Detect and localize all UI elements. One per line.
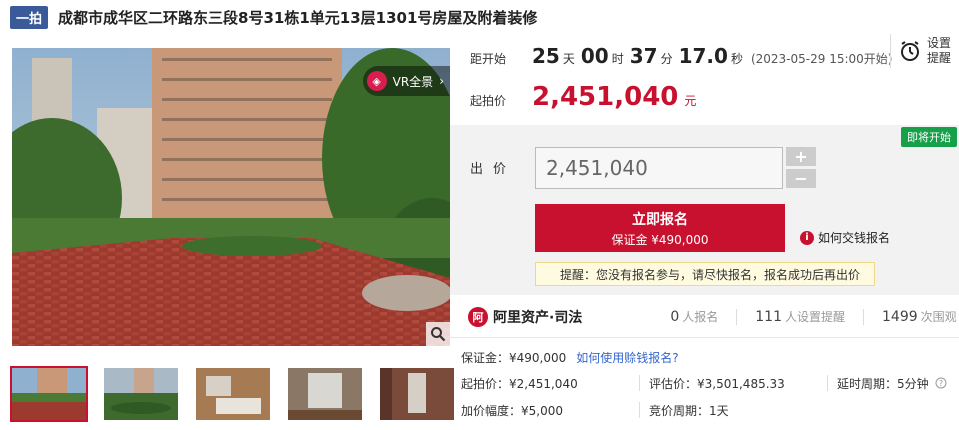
status-badge: 即将开始 bbox=[901, 127, 957, 147]
title-row: 一拍 成都市成华区二环路东三段8号31栋1单元13层1301号房屋及附着装修 bbox=[10, 5, 538, 29]
countdown-seconds: 17.0 bbox=[678, 44, 728, 68]
thumb-room-image bbox=[288, 368, 362, 420]
deposit-help-link[interactable]: 如何使用赊钱报名? bbox=[576, 349, 678, 366]
thumb-garden-image bbox=[104, 368, 178, 420]
thumbnail-4[interactable] bbox=[286, 366, 364, 422]
thumbnail-2[interactable] bbox=[102, 366, 180, 422]
info-icon: i bbox=[800, 230, 814, 245]
set-reminder-button[interactable]: 设置 提醒 bbox=[890, 34, 959, 68]
increase-bid-button[interactable]: + bbox=[786, 147, 816, 166]
divider bbox=[863, 308, 865, 325]
vr-tour-button[interactable]: ◈ VR全景 › bbox=[362, 66, 450, 96]
decrease-bid-button[interactable]: − bbox=[786, 169, 816, 188]
start-price-label: 起拍价 bbox=[470, 94, 507, 108]
extension-text: 延时周期：5分钟 bbox=[837, 377, 929, 391]
start-price-value: 2,451,040 bbox=[532, 82, 679, 112]
divider bbox=[639, 402, 640, 418]
start-price-row: 起拍价 2,451,040 元 bbox=[470, 82, 696, 112]
bid-period-detail: 竞价周期：1天 bbox=[649, 404, 729, 418]
reminder-text: 设置 提醒 bbox=[927, 36, 951, 66]
extension-detail: 延时周期：5分钟 ? bbox=[837, 375, 947, 392]
signup-tip: 提醒：您没有报名参与，请尽快报名，报名成功后再出价 bbox=[535, 262, 875, 286]
divider bbox=[639, 375, 640, 391]
divider bbox=[827, 375, 828, 391]
platform-logo[interactable]: 阿 阿里资产·司法 bbox=[468, 306, 583, 327]
thumbnail-5[interactable] bbox=[378, 366, 456, 422]
view-count-value: 1499 bbox=[882, 309, 918, 325]
hours-unit: 时 bbox=[611, 52, 624, 66]
seconds-unit: 秒 bbox=[730, 52, 743, 66]
thumbnail-3[interactable] bbox=[194, 366, 272, 422]
chevron-right-icon: › bbox=[439, 74, 444, 88]
start-time: (2023-05-29 15:00开始) bbox=[750, 52, 893, 66]
platform-name: 阿里资产·司法 bbox=[493, 309, 583, 326]
ali-logo-icon: 阿 bbox=[468, 306, 488, 327]
thumb-courtyard-image bbox=[12, 368, 86, 420]
thumbnail-strip bbox=[10, 366, 456, 422]
reminder-count-label: 人设置提醒 bbox=[785, 310, 846, 324]
start-price-unit: 元 bbox=[684, 94, 697, 108]
signup-button[interactable]: 立即报名 保证金 ¥490,000 bbox=[535, 204, 785, 252]
signup-label: 立即报名 bbox=[632, 211, 688, 228]
svg-text:?: ? bbox=[939, 379, 943, 388]
signup-count: 0 人报名 bbox=[670, 308, 718, 325]
signup-deposit: 保证金 ¥490,000 bbox=[611, 232, 709, 247]
reminder-line2: 提醒 bbox=[927, 51, 952, 65]
countdown-minutes: 37 bbox=[629, 44, 658, 68]
countdown-hours: 00 bbox=[580, 44, 609, 68]
increment-detail: 加价幅度：¥5,000 bbox=[461, 404, 563, 418]
start-price-detail: 起拍价：¥2,451,040 bbox=[461, 377, 578, 391]
help-circle-icon[interactable]: ? bbox=[935, 377, 947, 389]
zoom-button[interactable] bbox=[426, 322, 450, 346]
divider bbox=[736, 308, 738, 325]
deposit-text: 保证金：¥490,000 bbox=[461, 351, 567, 365]
thumb-bedroom-image bbox=[196, 368, 270, 420]
countdown-days: 25 bbox=[532, 44, 560, 68]
magnifier-icon bbox=[431, 327, 446, 342]
bid-label: 出价 bbox=[470, 162, 517, 177]
signup-count-label: 人报名 bbox=[682, 310, 719, 324]
bid-panel: 即将开始 出价 2,451,040 + − 立即报名 保证金 ¥490,000 … bbox=[450, 125, 959, 295]
platform-stats: 阿 阿里资产·司法 0 人报名 111 人设置提醒 1499 次围观 bbox=[450, 296, 959, 338]
deposit-row: 保证金：¥490,000 如何使用赊钱报名? bbox=[461, 349, 679, 366]
page-title: 成都市成华区二环路东三段8号31栋1单元13层1301号房屋及附着装修 bbox=[58, 8, 538, 27]
view-count: 1499 次围观 bbox=[882, 308, 957, 325]
how-to-pay-link[interactable]: i 如何交钱报名 bbox=[800, 229, 890, 246]
thumbnail-1[interactable] bbox=[10, 366, 88, 422]
reminder-count-value: 111 bbox=[755, 309, 782, 325]
minutes-unit: 分 bbox=[660, 52, 673, 66]
alarm-clock-icon bbox=[901, 41, 919, 61]
main-photo[interactable]: ◈ VR全景 › bbox=[12, 48, 450, 346]
signup-count-value: 0 bbox=[670, 309, 680, 325]
countdown-label: 距开始 bbox=[470, 52, 507, 66]
reminder-line1: 设置 bbox=[927, 36, 952, 50]
view-count-label: 次围观 bbox=[920, 310, 957, 324]
how-to-pay-text: 如何交钱报名 bbox=[818, 231, 891, 245]
reminder-count: 111 人设置提醒 bbox=[755, 308, 845, 325]
auction-round-badge: 一拍 bbox=[10, 5, 49, 29]
countdown: 距开始 25 天 00 时 37 分 17.0 秒 (2023-05-29 15… bbox=[470, 44, 892, 68]
vr-icon: ◈ bbox=[366, 71, 387, 91]
days-unit: 天 bbox=[562, 52, 575, 66]
valuation-detail: 评估价：¥3,501,485.33 bbox=[649, 377, 785, 391]
auction-page: 一拍 成都市成华区二环路东三段8号31栋1单元13层1301号房屋及附着装修 ◈… bbox=[0, 0, 959, 430]
bid-amount-input[interactable]: 2,451,040 bbox=[535, 147, 783, 189]
vr-label: VR全景 bbox=[392, 74, 434, 89]
thumb-hallway-image bbox=[380, 368, 454, 420]
